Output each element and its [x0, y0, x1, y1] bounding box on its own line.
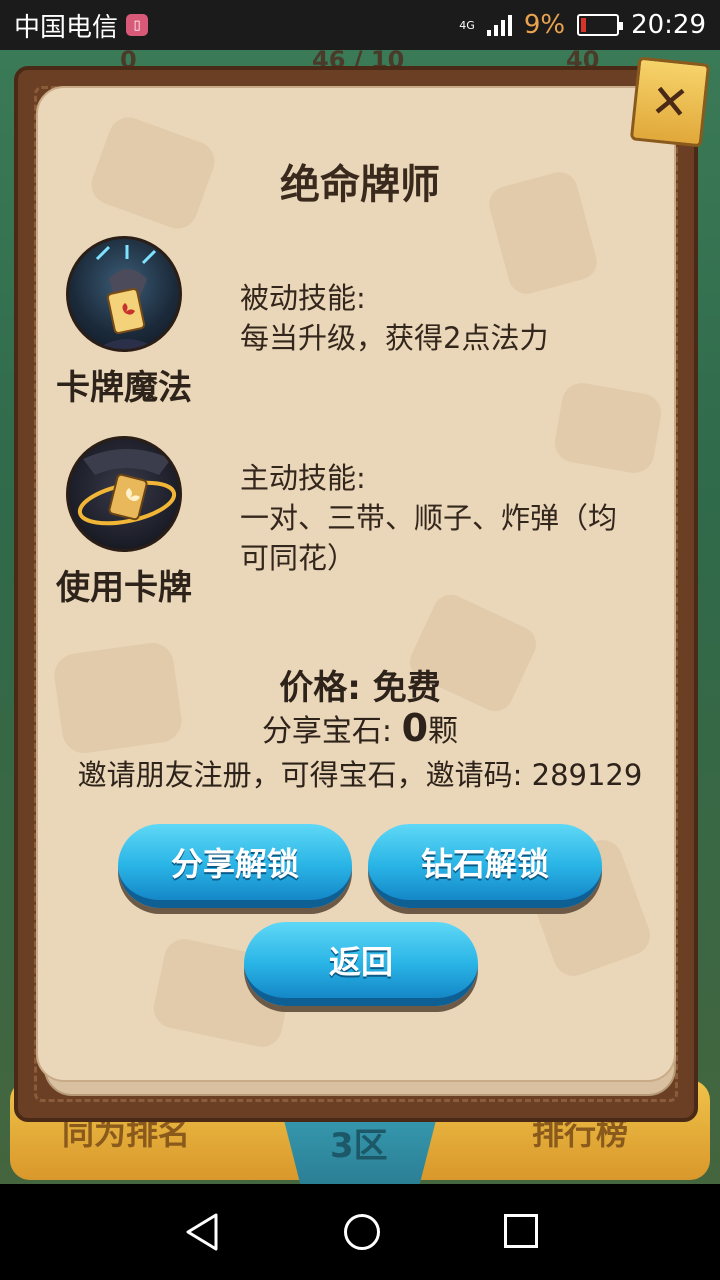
carrier-name: 中国电信 — [14, 12, 119, 43]
card-magic-icon — [66, 236, 182, 352]
skill-effect-continued: 可同花） — [240, 541, 357, 575]
battery-icon — [577, 14, 624, 36]
skill-name: 使用卡牌 — [56, 568, 192, 608]
diamond-unlock-button[interactable]: 钻石解锁 — [368, 824, 602, 908]
skill-effect: 一对、三带、顺子、炸弹（均 — [240, 501, 618, 535]
clock: 20:29 — [631, 10, 706, 40]
back-button[interactable]: 返回 — [244, 922, 478, 1006]
carrier-group: 中国电信 ▯ — [14, 7, 149, 44]
network-type: 4G — [459, 18, 475, 32]
notification-icon: ▯ — [126, 14, 149, 36]
use-card-icon — [66, 436, 182, 552]
signal-icon — [486, 14, 512, 36]
back-nav-icon[interactable] — [184, 1212, 220, 1252]
skill-effect: 每当升级，获得2点法力 — [240, 321, 549, 355]
battery-percent: 9% — [523, 10, 566, 40]
skill-name: 卡牌魔法 — [56, 368, 192, 408]
share-gems-count: 0 — [401, 706, 429, 750]
skill-description: 被动技能: 每当升级，获得2点法力 — [240, 278, 670, 358]
close-icon: ✕ — [648, 73, 692, 131]
status-right: 4G 9% 20:29 — [459, 10, 706, 40]
share-gems-line: 分享宝石: 0颗 — [36, 706, 684, 750]
close-button[interactable]: ✕ — [629, 56, 711, 148]
invite-text: 邀请朋友注册，可得宝石，邀请码: 289129 — [77, 758, 643, 792]
home-nav-icon[interactable] — [344, 1214, 380, 1250]
skill-type: 被动技能: — [240, 281, 366, 315]
status-bar: 中国电信 ▯ 4G 9% 20:29 — [0, 0, 720, 50]
skill-type: 主动技能: — [240, 461, 366, 495]
zone-label: 3区 — [330, 1126, 388, 1166]
share-gems-unit: 颗 — [428, 714, 459, 749]
dialog-title: 绝命牌师 — [280, 162, 440, 208]
recents-nav-icon[interactable] — [504, 1214, 538, 1248]
navigation-bar — [0, 1184, 720, 1280]
price-text: 价格: 免费 — [279, 668, 441, 708]
skill-description: 主动技能: 一对、三带、顺子、炸弹（均 可同花） — [240, 458, 670, 578]
share-unlock-button[interactable]: 分享解锁 — [118, 824, 352, 908]
share-gems-label: 分享宝石: — [261, 714, 393, 749]
